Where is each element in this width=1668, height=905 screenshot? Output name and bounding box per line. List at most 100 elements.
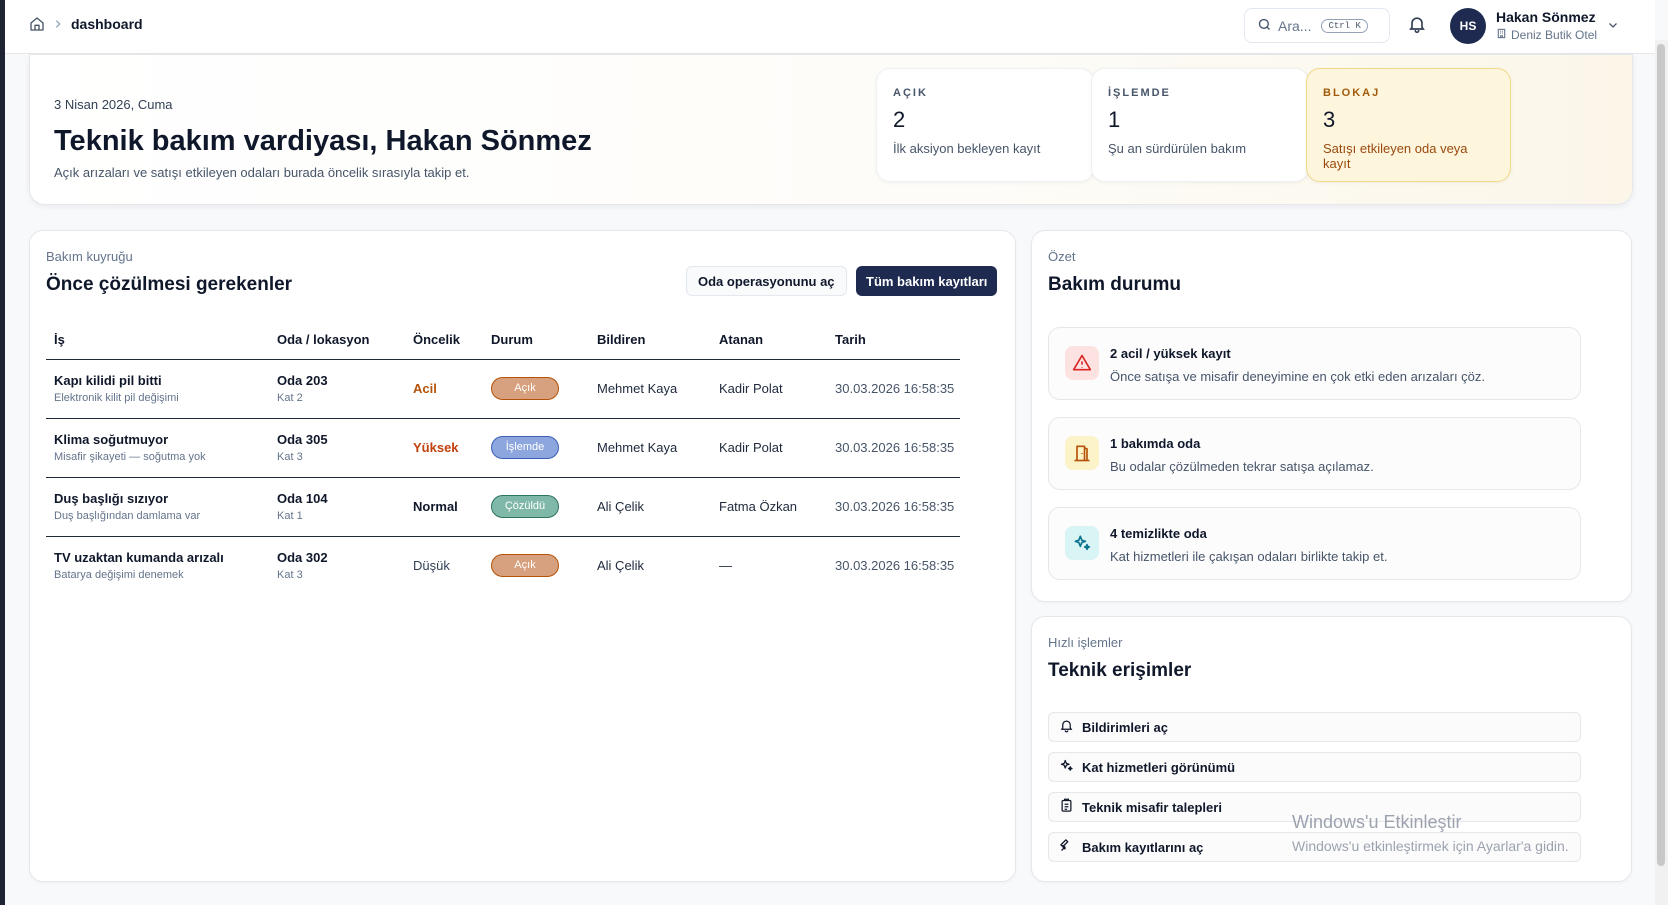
quick-kicker: Hızlı işlemler [1048, 635, 1123, 650]
summary-item-desc: Kat hizmetleri ile çakışan odaları birli… [1110, 549, 1388, 564]
task-subtitle: Misafir şikayeti — soğutma yok [54, 451, 206, 463]
hero-subtitle: Açık arızaları ve satışı etkileyen odala… [54, 165, 470, 180]
column-header: Oda / lokasyon [269, 321, 405, 360]
priority-cell: Düşük [413, 558, 450, 574]
task-subtitle: Duş başlığından damlama var [54, 510, 201, 522]
breadcrumb: dashboard [29, 16, 143, 32]
wrench-icon [1059, 838, 1074, 856]
search-input[interactable]: Ara... Ctrl K [1244, 8, 1390, 43]
task-title: Kapı kilidi pil bitti [54, 373, 162, 388]
room-floor: Kat 2 [277, 392, 303, 404]
warning-icon [1065, 346, 1099, 380]
building-icon [1496, 28, 1507, 42]
assignee-cell: Kadir Polat [711, 418, 827, 478]
stat-desc: Şu an sürdürülen bakım [1108, 141, 1247, 156]
reporter-cell: Ali Çelik [589, 477, 711, 537]
stat-label: AÇIK [893, 87, 928, 99]
task-subtitle: Batarya değişimi denemek [54, 569, 184, 582]
search-shortcut: Ctrl K [1321, 18, 1368, 33]
status-cell: Açık [483, 359, 589, 419]
summary-item-urgent[interactable]: 2 acil / yüksek kayıt Önce satışa ve mis… [1048, 327, 1581, 400]
task-cell: Klima soğutmuyor Misafir şikayeti — soğut… [46, 418, 269, 478]
priority-cell: Yüksek [405, 418, 483, 478]
quick-action-label: Bakım kayıtlarını aç [1082, 839, 1204, 855]
breadcrumb-current: dashboard [71, 16, 143, 32]
status-badge: Açık [491, 554, 559, 578]
room-name: Oda 104 [277, 491, 328, 506]
stat-value: 2 [893, 107, 906, 132]
assignee-cell: Kadir Polat [711, 359, 827, 419]
maintenance-table: İş Oda / lokasyon Öncelik Durum Bildiren… [46, 321, 960, 595]
chevron-right-icon [53, 19, 63, 29]
task-title: TV uzaktan kumanda arızalı [54, 550, 224, 566]
task-cell: TV uzaktan kumanda arızalı Batarya değişi… [46, 536, 269, 595]
door-icon [1065, 436, 1099, 470]
chevron-down-icon[interactable] [1607, 18, 1619, 36]
column-header: Durum [483, 321, 589, 360]
bell-icon [1059, 718, 1074, 736]
stat-desc: İlk aksiyon bekleyen kayıt [893, 141, 1041, 156]
search-placeholder: Ara... [1278, 17, 1312, 34]
date-cell: 30.03.2026 16:58:35 [827, 477, 960, 537]
room-floor: Kat 3 [277, 451, 303, 463]
hero-panel: 3 Nisan 2026, Cuma Teknik bakım vardiyas… [29, 54, 1633, 205]
room-name: Oda 302 [277, 550, 328, 566]
sparkle-icon [1059, 758, 1074, 776]
summary-item-title: 2 acil / yüksek kayıt [1110, 346, 1231, 361]
column-header: Tarih [827, 321, 960, 360]
reporter-cell: Mehmet Kaya [589, 359, 711, 419]
date-cell: 30.03.2026 16:58:35 [827, 418, 960, 478]
summary-title: Bakım durumu [1048, 274, 1182, 295]
scrollbar-thumb[interactable] [1657, 44, 1665, 866]
column-header: Atanan [711, 321, 827, 360]
column-header: Bildiren [589, 321, 711, 360]
windows-activation-text: Windows'u etkinleştirmek için Ayarlar'a … [1292, 838, 1569, 854]
quick-action-notifications[interactable]: Bildirimleri aç [1048, 712, 1581, 742]
task-title: Klima soğutmuyor [54, 432, 169, 447]
stat-card-in-progress[interactable]: İŞLEMDE 1 Şu an sürdürülen bakım [1091, 68, 1309, 182]
status-badge: Çözüldü [491, 495, 559, 518]
task-cell: Kapı kilidi pil bitti Elektronik kilit pi… [46, 359, 269, 419]
windows-activation-title: Windows'u Etkinleştir [1292, 812, 1462, 832]
stat-card-blockage[interactable]: BLOKAJ 3 Satışı etkileyen oda veya kayıt [1306, 68, 1511, 182]
hotel-name: Deniz Butik Otel [1496, 28, 1597, 42]
notifications-bell-icon[interactable] [1407, 14, 1427, 39]
sparkle-icon [1065, 526, 1099, 560]
column-header: İş [46, 321, 269, 360]
reporter-cell: Mehmet Kaya [589, 418, 711, 478]
summary-item-maintenance-room[interactable]: 1 bakımda oda Bu odalar çözülmeden tekra… [1048, 417, 1581, 490]
status-badge: Açık [491, 377, 559, 400]
room-name: Oda 203 [277, 373, 328, 388]
stat-value: 3 [1323, 107, 1336, 132]
priority-cell: Acil [405, 359, 483, 419]
status-cell: Açık [483, 536, 589, 595]
home-icon[interactable] [29, 16, 45, 32]
stat-desc: Satışı etkileyen oda veya kayıt [1323, 141, 1468, 171]
status-cell: İşlemde [483, 418, 589, 478]
quick-action-label: Kat hizmetleri görünümü [1082, 759, 1236, 775]
task-subtitle: Elektronik kilit pil değişimi [54, 392, 179, 404]
avatar[interactable]: HS [1450, 8, 1486, 44]
table-row[interactable]: TV uzaktan kumanda arızalı Batarya değişi… [46, 536, 960, 595]
room-floor: Kat 3 [277, 569, 303, 582]
summary-kicker: Özet [1048, 249, 1076, 264]
user-name[interactable]: Hakan Sönmez [1496, 9, 1596, 25]
stat-label: İŞLEMDE [1108, 87, 1171, 99]
stat-card-open[interactable]: AÇIK 2 İlk aksiyon bekleyen kayıt [876, 68, 1094, 182]
maintenance-summary-card: Özet Bakım durumu 2 acil / yüksek kayıt … [1031, 230, 1632, 602]
table-header-row: İş Oda / lokasyon Öncelik Durum Bildiren… [46, 321, 960, 360]
room-floor: Kat 1 [277, 510, 303, 522]
all-maintenance-records-button[interactable]: Tüm bakım kayıtları [856, 266, 998, 296]
open-room-operations-button[interactable]: Oda operasyonunu aç [686, 266, 847, 296]
table-row[interactable]: Klima soğutmuyor Misafir şikayeti — soğut… [46, 418, 960, 478]
summary-item-cleaning-room[interactable]: 4 temizlikte oda Kat hizmetleri ile çakı… [1048, 507, 1581, 580]
room-cell: Oda 104 Kat 1 [269, 477, 405, 537]
room-cell: Oda 302 Kat 3 [269, 536, 405, 595]
quick-action-housekeeping[interactable]: Kat hizmetleri görünümü [1048, 752, 1581, 782]
status-cell: Çözüldü [483, 477, 589, 537]
assignee-cell: Fatma Özkan [711, 477, 827, 537]
status-badge: İşlemde [491, 436, 559, 459]
table-row[interactable]: Duş başlığı sızıyor Duş başlığından damla… [46, 477, 960, 537]
date-cell: 30.03.2026 16:58:35 [835, 558, 955, 574]
table-row[interactable]: Kapı kilidi pil bitti Elektronik kilit pi… [46, 359, 960, 419]
